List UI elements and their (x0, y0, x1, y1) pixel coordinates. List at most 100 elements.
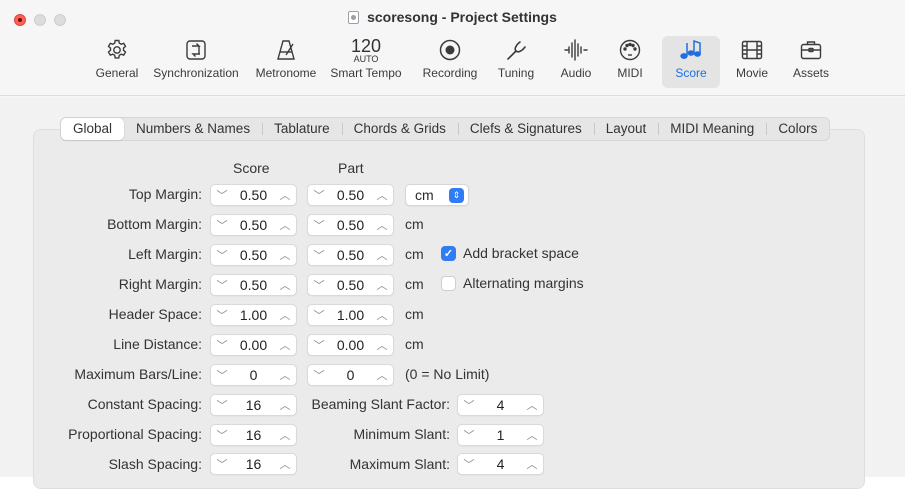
chevron-down-icon[interactable]: ﹀ (211, 277, 233, 293)
chevron-up-icon[interactable]: ︿ (371, 337, 393, 353)
toolbar-general-label: General (95, 66, 139, 80)
slash-spacing-label: Slash Spacing: (108, 456, 202, 472)
chevron-up-icon[interactable]: ︿ (371, 307, 393, 323)
tab-tablature[interactable]: Tablature (262, 118, 342, 140)
chevron-down-icon[interactable]: ﹀ (308, 217, 330, 233)
left-margin-part-stepper[interactable]: ﹀ 0.50 ︿ (307, 244, 394, 266)
beaming-slant-factor-stepper[interactable]: ﹀ 4 ︿ (457, 394, 544, 416)
chevron-up-icon[interactable]: ︿ (274, 337, 296, 353)
window-title: scoresong - Project Settings (367, 9, 557, 25)
bottom-margin-part-stepper[interactable]: ﹀ 0.50 ︿ (307, 214, 394, 236)
sync-icon (186, 40, 206, 60)
chevron-up-icon[interactable]: ︿ (274, 367, 296, 383)
maximum-slant-stepper[interactable]: ﹀ 4 ︿ (457, 453, 544, 475)
chevron-up-icon[interactable]: ︿ (371, 187, 393, 203)
chevron-down-icon[interactable]: ﹀ (211, 397, 233, 413)
toolbar-tuning-label: Tuning (497, 66, 535, 80)
checkmark-icon[interactable]: ✓ (441, 245, 456, 261)
unit-select[interactable]: cm ⇕ (405, 184, 469, 206)
column-header-part: Part (338, 160, 364, 176)
tab-midi-meaning[interactable]: MIDI Meaning (658, 118, 766, 140)
line-distance-part-stepper[interactable]: ﹀ 0.00 ︿ (307, 334, 394, 356)
chevron-up-icon[interactable]: ︿ (371, 247, 393, 263)
music-notes-icon (680, 39, 701, 59)
chevron-up-icon[interactable]: ︿ (371, 367, 393, 383)
toolbar-audio[interactable]: Audio (552, 36, 600, 88)
toolbar-movie[interactable]: Movie (728, 36, 776, 88)
right-margin-score-stepper[interactable]: ﹀ 0.50 ︿ (210, 274, 297, 296)
chevron-down-icon[interactable]: ﹀ (308, 187, 330, 203)
toolbar-smart-tempo[interactable]: 120 AUTO Smart Tempo (326, 36, 406, 88)
right-margin-part-stepper[interactable]: ﹀ 0.50 ︿ (307, 274, 394, 296)
chevron-up-icon[interactable]: ︿ (521, 427, 543, 443)
chevron-up-icon[interactable]: ︿ (274, 307, 296, 323)
chevron-up-icon[interactable]: ︿ (274, 187, 296, 203)
alternating-margins-checkbox[interactable]: Alternating margins (441, 275, 584, 291)
film-icon (741, 40, 763, 60)
top-margin-score-stepper[interactable]: ﹀ 0.50 ︿ (210, 184, 297, 206)
header-space-part-stepper[interactable]: ﹀ 1.00 ︿ (307, 304, 394, 326)
maximum-bars-part-stepper[interactable]: ﹀ 0 ︿ (307, 364, 394, 386)
chevron-up-icon[interactable]: ︿ (274, 217, 296, 233)
briefcase-icon (800, 41, 822, 60)
chevron-down-icon[interactable]: ﹀ (458, 456, 480, 472)
toolbar-recording[interactable]: Recording (414, 36, 486, 88)
toolbar-audio-label: Audio (560, 66, 592, 80)
line-distance-score-stepper[interactable]: ﹀ 0.00 ︿ (210, 334, 297, 356)
chevron-down-icon[interactable]: ﹀ (308, 367, 330, 383)
toolbar-synchronization[interactable]: Synchronization (146, 36, 246, 88)
chevron-down-icon[interactable]: ﹀ (211, 337, 233, 353)
chevron-down-icon[interactable]: ﹀ (308, 337, 330, 353)
toolbar-general[interactable]: General (86, 36, 148, 88)
chevron-up-icon[interactable]: ︿ (274, 247, 296, 263)
tab-clefs-signatures[interactable]: Clefs & Signatures (457, 118, 594, 140)
chevron-down-icon[interactable]: ﹀ (211, 456, 233, 472)
unit-label: cm (405, 246, 424, 262)
chevron-down-icon[interactable]: ﹀ (211, 367, 233, 383)
chevron-down-icon[interactable]: ﹀ (211, 427, 233, 443)
left-margin-score-stepper[interactable]: ﹀ 0.50 ︿ (210, 244, 297, 266)
toolbar-tuning[interactable]: Tuning (490, 36, 542, 88)
toolbar-smart-tempo-label: Smart Tempo (330, 66, 402, 80)
tab-chords-grids[interactable]: Chords & Grids (341, 118, 458, 140)
chevron-up-icon[interactable]: ︿ (274, 277, 296, 293)
tempo-value: 120 (350, 36, 382, 56)
toolbar-midi[interactable]: MIDI (610, 36, 650, 88)
chevron-down-icon[interactable]: ﹀ (211, 187, 233, 203)
add-bracket-space-checkbox[interactable]: ✓ Add bracket space (441, 245, 579, 261)
chevron-down-icon[interactable]: ﹀ (308, 277, 330, 293)
chevron-down-icon[interactable]: ﹀ (211, 247, 233, 263)
gear-icon (107, 39, 127, 59)
toolbar-synchronization-label: Synchronization (153, 66, 239, 80)
chevron-down-icon[interactable]: ﹀ (458, 427, 480, 443)
chevron-down-icon[interactable]: ﹀ (308, 247, 330, 263)
checkbox-box[interactable] (441, 275, 456, 291)
stepper-value: 1.00 (336, 307, 365, 323)
chevron-up-icon[interactable]: ︿ (521, 456, 543, 472)
chevron-up-icon[interactable]: ︿ (371, 277, 393, 293)
bottom-margin-score-stepper[interactable]: ﹀ 0.50 ︿ (210, 214, 297, 236)
tab-layout[interactable]: Layout (593, 118, 659, 140)
toolbar-metronome[interactable]: Metronome (250, 36, 322, 88)
tempo-icon: 120 AUTO (326, 36, 406, 64)
maximum-bars-score-stepper[interactable]: ﹀ 0 ︿ (210, 364, 297, 386)
stepper-value: 0.50 (336, 277, 365, 293)
chevron-down-icon[interactable]: ﹀ (458, 397, 480, 413)
tab-global[interactable]: Global (61, 118, 125, 140)
tab-numbers-names[interactable]: Numbers & Names (124, 118, 262, 140)
toolbar-score[interactable]: Score (662, 36, 720, 88)
header-space-score-stepper[interactable]: ﹀ 1.00 ︿ (210, 304, 297, 326)
chevron-up-icon[interactable]: ︿ (521, 397, 543, 413)
toolbar-assets[interactable]: Assets (786, 36, 836, 88)
alternating-margins-label: Alternating margins (463, 275, 584, 291)
tuning-fork-icon (507, 41, 526, 60)
chevron-down-icon[interactable]: ﹀ (211, 217, 233, 233)
chevron-down-icon[interactable]: ﹀ (211, 307, 233, 323)
top-margin-part-stepper[interactable]: ﹀ 0.50 ︿ (307, 184, 394, 206)
tab-colors[interactable]: Colors (766, 118, 829, 140)
stepper-value: 0 (346, 367, 355, 383)
stepper-value: 0.50 (239, 187, 268, 203)
chevron-up-icon[interactable]: ︿ (371, 217, 393, 233)
chevron-down-icon[interactable]: ﹀ (308, 307, 330, 323)
minimum-slant-stepper[interactable]: ﹀ 1 ︿ (457, 424, 544, 446)
